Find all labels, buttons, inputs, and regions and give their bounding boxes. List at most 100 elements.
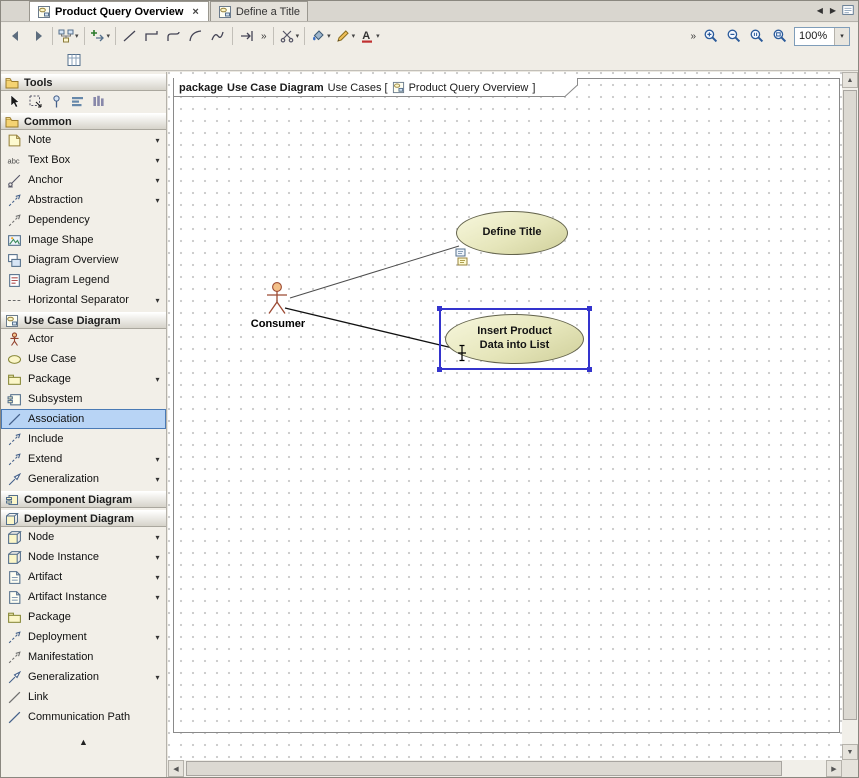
actor-consumer[interactable] — [263, 282, 291, 318]
palette-item-extend[interactable]: Extend ▾ — [1, 449, 166, 469]
palette-item-diagram-legend[interactable]: Diagram Legend — [1, 270, 166, 290]
toolbar-overflow-icon[interactable]: » — [258, 31, 270, 42]
palette-item-package[interactable]: Package ▾ — [1, 369, 166, 389]
rectilinear-path-button[interactable] — [141, 25, 163, 47]
zoom-out-button[interactable] — [723, 25, 745, 47]
usecase-define-title[interactable]: Define Title — [456, 211, 568, 255]
chevron-down-icon[interactable]: ▾ — [75, 32, 79, 40]
zoom-fit-button[interactable] — [769, 25, 791, 47]
scroll-right-button[interactable]: ▶ — [826, 760, 842, 777]
box-select-icon[interactable] — [28, 94, 43, 109]
palette-item-text-box[interactable]: Text Box ▾ — [1, 150, 166, 170]
chevron-down-icon[interactable]: ▾ — [152, 475, 163, 484]
palette-item-association[interactable]: Association — [1, 409, 166, 429]
palette-group-use-case-diagram[interactable]: Use Case Diagram — [1, 312, 166, 329]
palette-group-deployment-diagram[interactable]: Deployment Diagram — [1, 510, 166, 527]
palette-item-anchor[interactable]: Anchor ▾ — [1, 170, 166, 190]
palette-item-artifact[interactable]: Artifact ▾ — [1, 567, 166, 587]
palette-group-tools[interactable]: Tools — [1, 74, 166, 91]
toolbar-overflow-icon[interactable]: » — [687, 31, 699, 42]
palette-item-dependency[interactable]: Dependency — [1, 210, 166, 230]
pointer-icon[interactable] — [7, 94, 22, 109]
horizontal-scroll-thumb[interactable] — [186, 761, 782, 776]
related-elements-button[interactable]: ▾ — [56, 25, 81, 47]
distribute-icon[interactable] — [91, 94, 106, 109]
curved-path-button[interactable] — [185, 25, 207, 47]
tab-scroll-right-icon[interactable]: ▶ — [828, 5, 838, 16]
chevron-down-icon[interactable]: ▾ — [296, 32, 300, 40]
chevron-down-icon[interactable]: ▾ — [152, 633, 163, 642]
quick-link-button[interactable] — [236, 25, 258, 47]
palette-group-component-diagram[interactable]: Component Diagram — [1, 491, 166, 508]
palette-item-diagram-overview[interactable]: Diagram Overview — [1, 250, 166, 270]
palette-item-note[interactable]: Note ▾ — [1, 130, 166, 150]
zoom-100-button[interactable] — [746, 25, 768, 47]
chevron-down-icon[interactable]: ▾ — [152, 673, 163, 682]
chevron-down-icon[interactable]: ▾ — [152, 533, 163, 542]
diagram-frame[interactable]: package Use Case Diagram Use Cases [ Pro… — [173, 78, 840, 733]
chevron-down-icon[interactable]: ▾ — [107, 32, 111, 40]
chevron-down-icon[interactable]: ▾ — [834, 28, 849, 45]
chevron-down-icon[interactable]: ▾ — [152, 296, 163, 305]
forward-button[interactable] — [27, 25, 49, 47]
oblique-path-button[interactable] — [119, 25, 141, 47]
chevron-down-icon[interactable]: ▾ — [152, 196, 163, 205]
swimlane-grid-button[interactable] — [63, 49, 85, 71]
chevron-down-icon[interactable]: ▾ — [376, 32, 380, 40]
palette-item-include[interactable]: Include — [1, 429, 166, 449]
palette-item-use-case[interactable]: Use Case — [1, 349, 166, 369]
palette-group-common[interactable]: Common — [1, 113, 166, 130]
palette-item-subsystem[interactable]: Subsystem — [1, 389, 166, 409]
selection-handle[interactable] — [587, 367, 592, 372]
palette-item-deployment[interactable]: Deployment ▾ — [1, 627, 166, 647]
tab-product-query-overview[interactable]: Product Query Overview × — [29, 1, 209, 21]
fill-color-button[interactable]: ▾ — [308, 25, 333, 47]
horizontal-scrollbar[interactable]: ◀ ▶ — [168, 760, 842, 777]
palette-item-communication-path[interactable]: Communication Path — [1, 707, 166, 727]
chevron-down-icon[interactable]: ▾ — [152, 593, 163, 602]
chevron-down-icon[interactable]: ▾ — [152, 553, 163, 562]
selection-handle[interactable] — [437, 367, 442, 372]
palette-collapse-icon[interactable]: ▲ — [1, 737, 166, 747]
chevron-down-icon[interactable]: ▾ — [152, 156, 163, 165]
selection-handle[interactable] — [587, 306, 592, 311]
palette-item-node[interactable]: Node ▾ — [1, 527, 166, 547]
chevron-down-icon[interactable]: ▾ — [152, 176, 163, 185]
link-adornment-icon[interactable] — [454, 248, 470, 268]
frame-header[interactable]: package Use Case Diagram Use Cases [ Pro… — [173, 78, 577, 97]
palette-item-abstraction[interactable]: Abstraction ▾ — [1, 190, 166, 210]
chevron-down-icon[interactable]: ▾ — [152, 375, 163, 384]
palette-item-generalization-deployment[interactable]: Generalization ▾ — [1, 667, 166, 687]
palette-item-node-instance[interactable]: Node Instance ▾ — [1, 547, 166, 567]
palette-item-horizontal-separator[interactable]: Horizontal Separator ▾ — [1, 290, 166, 310]
vertical-scrollbar[interactable]: ▲ ▼ — [842, 72, 858, 760]
palette-item-generalization[interactable]: Generalization ▾ — [1, 469, 166, 489]
palette-item-artifact-instance[interactable]: Artifact Instance ▾ — [1, 587, 166, 607]
scroll-up-button[interactable]: ▲ — [842, 72, 858, 88]
add-element-button[interactable]: ▾ — [88, 25, 113, 47]
chevron-down-icon[interactable]: ▾ — [152, 136, 163, 145]
align-icon[interactable] — [70, 94, 85, 109]
font-color-button[interactable]: ▾ — [357, 25, 382, 47]
palette-item-actor[interactable]: Actor — [1, 329, 166, 349]
tab-scroll-left-icon[interactable]: ◀ — [815, 5, 825, 16]
scroll-down-button[interactable]: ▼ — [842, 744, 858, 760]
palette-item-image-shape[interactable]: Image Shape — [1, 230, 166, 250]
actor-label[interactable]: Consumer — [238, 318, 318, 330]
back-button[interactable] — [5, 25, 27, 47]
chevron-down-icon[interactable]: ▾ — [352, 32, 356, 40]
zoom-level-combobox[interactable]: 100% ▾ — [794, 27, 850, 46]
selection-handle[interactable] — [437, 306, 442, 311]
line-color-button[interactable]: ▾ — [333, 25, 358, 47]
pin-icon[interactable] — [49, 94, 64, 109]
chevron-down-icon[interactable]: ▾ — [152, 573, 163, 582]
palette-item-package-deployment[interactable]: Package — [1, 607, 166, 627]
chevron-down-icon[interactable]: ▾ — [152, 455, 163, 464]
scroll-left-button[interactable]: ◀ — [168, 760, 184, 777]
palette-item-link[interactable]: Link — [1, 687, 166, 707]
tab-define-a-title[interactable]: Define a Title — [210, 1, 308, 21]
palette-item-manifestation[interactable]: Manifestation — [1, 647, 166, 667]
vertical-scroll-thumb[interactable] — [843, 90, 857, 720]
chevron-down-icon[interactable]: ▾ — [327, 32, 331, 40]
diagram-canvas[interactable]: package Use Case Diagram Use Cases [ Pro… — [168, 72, 842, 760]
